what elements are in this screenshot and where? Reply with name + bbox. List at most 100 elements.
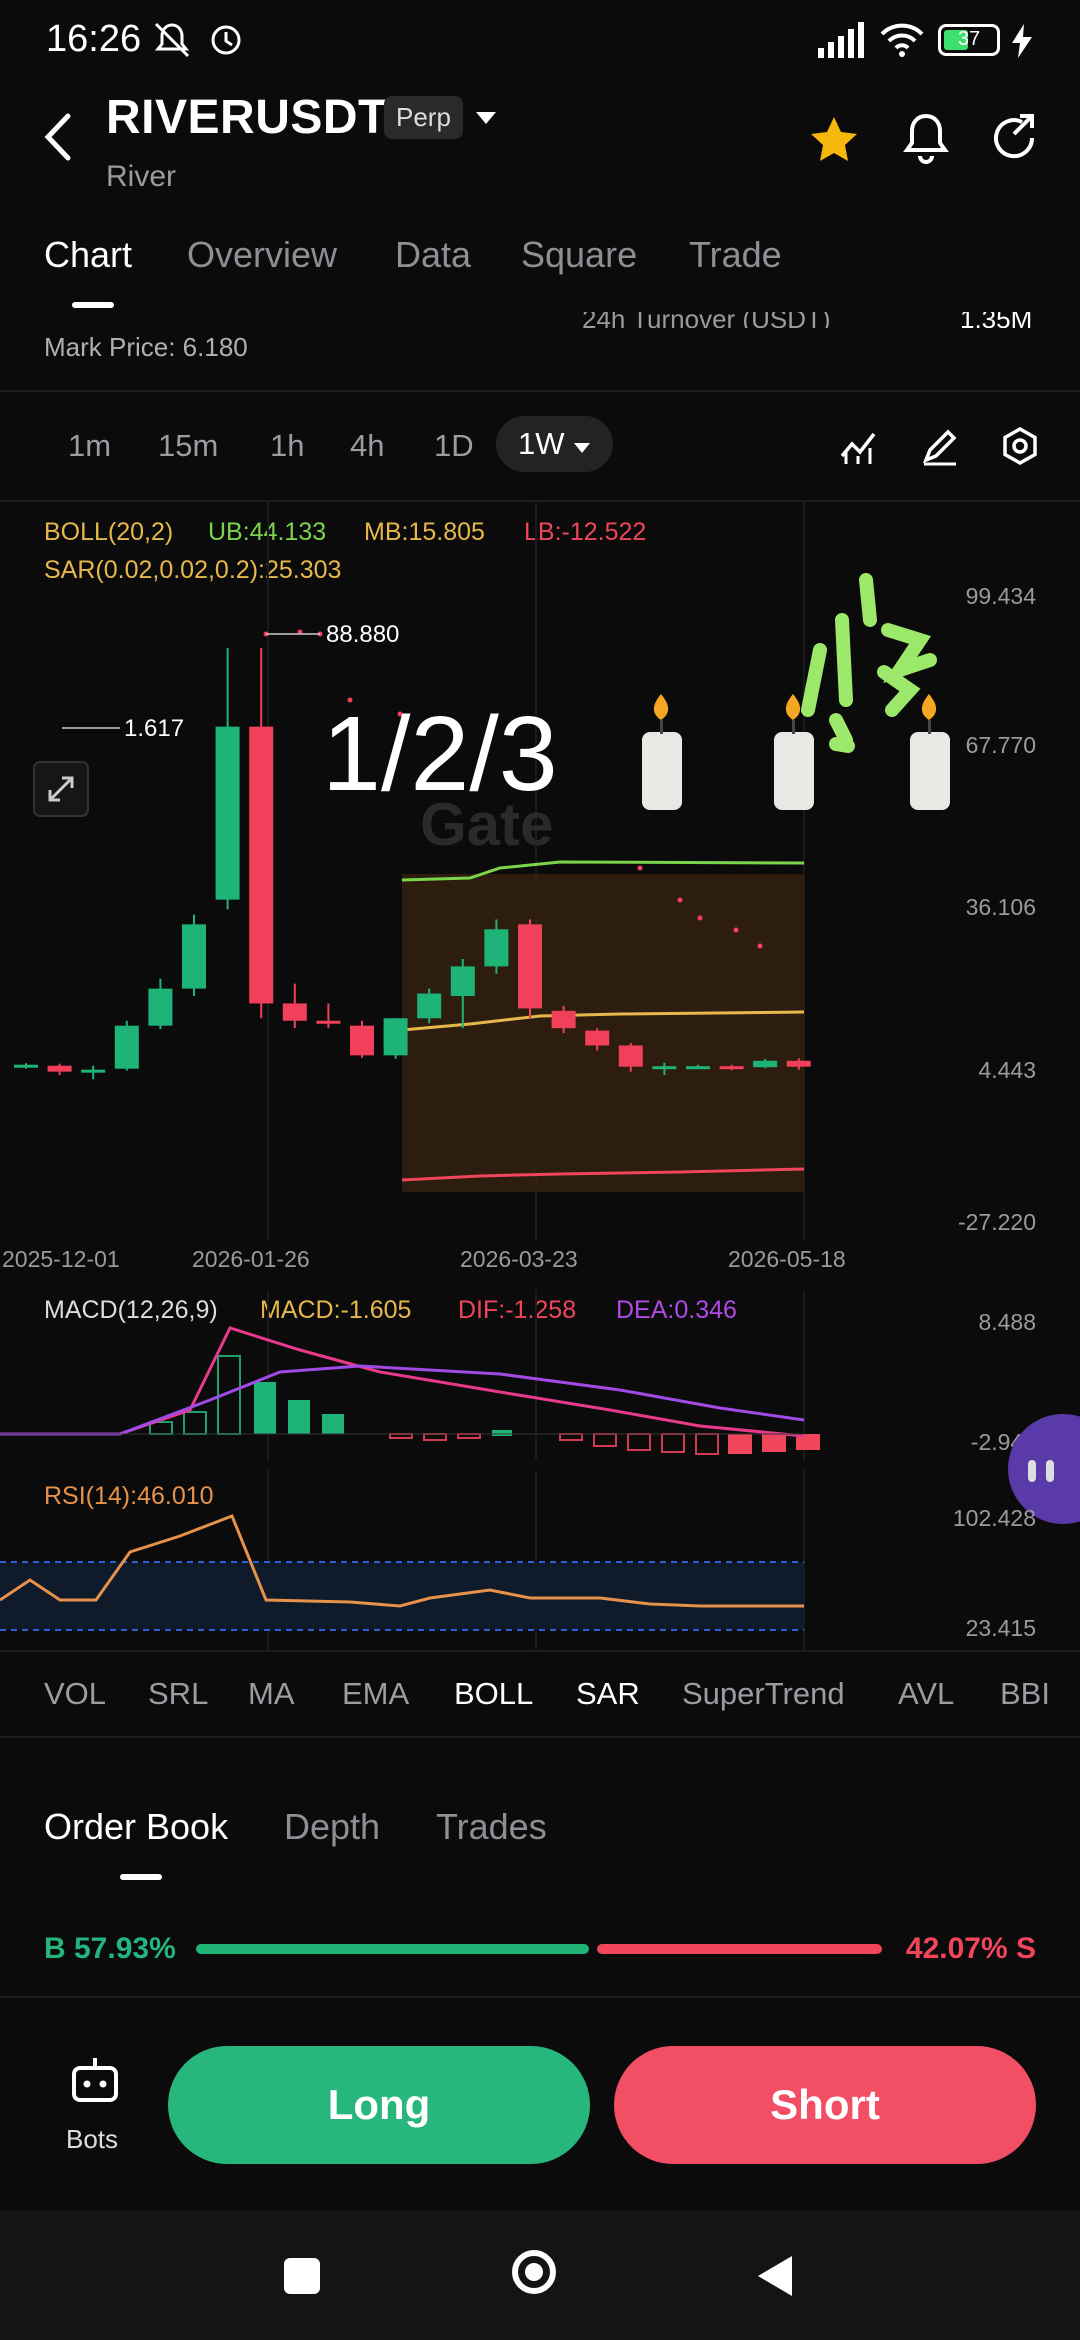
candle-body: [753, 1060, 778, 1068]
candle-body: [484, 929, 509, 967]
tab-data[interactable]: Data: [395, 234, 471, 276]
rsi-y-tick: 23.415: [966, 1615, 1036, 1641]
wifi-icon: [880, 23, 924, 57]
indicator-sar[interactable]: SAR: [576, 1676, 640, 1712]
interval-1m[interactable]: 1m: [68, 428, 111, 464]
recents-button[interactable]: [284, 2258, 320, 2294]
candle-body: [719, 1066, 744, 1070]
turnover-label: 24h Turnover (USDT): [582, 312, 831, 328]
candle-body: [182, 924, 206, 989]
y-tick: 4.443: [978, 1057, 1036, 1083]
indicator-boll[interactable]: BOLL: [454, 1676, 533, 1712]
caret-down-icon[interactable]: [474, 110, 498, 126]
divider: [0, 1650, 1080, 1652]
tab-trades[interactable]: Trades: [436, 1806, 547, 1848]
tab-overview[interactable]: Overview: [187, 234, 337, 276]
symbol-name: River: [106, 160, 177, 193]
mark-price: Mark Price: 6.180: [44, 332, 248, 362]
bots-icon[interactable]: [68, 2056, 122, 2106]
candle-body: [618, 1045, 643, 1067]
symbol-title[interactable]: RIVERUSDT: [106, 90, 388, 145]
indicator-icon[interactable]: [838, 426, 878, 466]
buy-ratio: B 57.93%: [44, 1932, 176, 1965]
interval-1d[interactable]: 1D: [434, 428, 474, 464]
divider: [0, 1996, 1080, 1998]
y-tick: -27.220: [958, 1209, 1036, 1235]
x-tick: 2026-01-26: [192, 1246, 310, 1272]
sar-dot: [733, 927, 739, 933]
status-bar: 16:26 37: [0, 0, 1080, 80]
candle-body: [686, 1066, 710, 1070]
candle-body: [249, 726, 274, 1004]
x-tick: 2026-05-18: [728, 1246, 846, 1272]
candle-body: [383, 1018, 408, 1056]
tab-trade[interactable]: Trade: [689, 234, 782, 276]
low-label: 1.617: [124, 715, 184, 742]
turnover-value: 1.35M: [960, 312, 1033, 328]
interval-1h[interactable]: 1h: [270, 428, 304, 464]
battery-icon: 37: [938, 24, 1000, 56]
macd-chart[interactable]: 8.488 -2.940: [0, 1290, 1080, 1460]
tab-order-book[interactable]: Order Book: [44, 1806, 228, 1848]
short-button[interactable]: Short: [614, 2046, 1036, 2164]
divider: [0, 390, 1080, 392]
macd-hist-negative-solid: [728, 1434, 820, 1454]
expand-button: [33, 761, 89, 817]
interval-1w[interactable]: 1W: [496, 416, 614, 472]
candle-body: [518, 924, 542, 1009]
indicator-vol[interactable]: VOL: [44, 1676, 106, 1712]
bell-icon[interactable]: [900, 110, 952, 166]
high-label: 88.880: [326, 621, 399, 648]
candle-body: [551, 1010, 576, 1029]
y-tick: 36.106: [966, 894, 1036, 920]
rsi-chart[interactable]: 102.428 23.415: [0, 1470, 1080, 1650]
candle-body: [350, 1025, 374, 1056]
candle-body: [14, 1064, 38, 1068]
tab-indicator: [72, 302, 114, 308]
interval-15m[interactable]: 15m: [158, 428, 218, 464]
indicator-supertrend[interactable]: SuperTrend: [682, 1676, 845, 1712]
indicator-ma[interactable]: MA: [248, 1676, 295, 1712]
x-tick: 2025-12-01: [2, 1246, 120, 1272]
signal-icon: [818, 22, 864, 58]
divider: [0, 1736, 1080, 1738]
green-scribble: [801, 573, 937, 753]
y-tick: 99.434: [966, 583, 1037, 609]
candle-emoji: [910, 694, 950, 810]
indicator-srl[interactable]: SRL: [148, 1676, 208, 1712]
macd-hist-solid: [254, 1382, 344, 1434]
candle-body: [148, 988, 173, 1026]
back-nav-button[interactable]: [756, 2254, 796, 2298]
long-button[interactable]: Long: [168, 2046, 590, 2164]
status-time: 16:26: [46, 18, 142, 60]
bots-label[interactable]: Bots: [66, 2124, 118, 2155]
overlay-text: 1/2/3: [322, 695, 558, 813]
sell-ratio: 42.07% S: [905, 1932, 1036, 1965]
alarm-icon: [211, 25, 241, 55]
home-button[interactable]: [512, 2250, 556, 2294]
indicator-bbi[interactable]: BBI: [1000, 1676, 1048, 1712]
draw-icon[interactable]: [920, 426, 960, 466]
candle-body: [47, 1065, 72, 1072]
caret-down-icon: [574, 443, 591, 453]
candle-body: [81, 1069, 106, 1073]
star-icon[interactable]: [808, 114, 860, 166]
indicator-avl[interactable]: AVL: [898, 1676, 954, 1712]
perp-badge[interactable]: Perp: [384, 96, 463, 139]
tab-square[interactable]: Square: [521, 234, 637, 276]
candle-body: [652, 1066, 677, 1070]
stats-row-clipped: 24h Turnover (USDT) 1.35M: [0, 312, 1080, 328]
interval-1w-label: 1W: [518, 426, 565, 461]
system-nav-bar: [0, 2210, 1080, 2340]
settings-icon[interactable]: [1000, 426, 1040, 466]
candle-body: [282, 1003, 307, 1021]
share-icon[interactable]: [988, 112, 1040, 164]
tab-chart[interactable]: Chart: [44, 234, 132, 276]
candle-body: [786, 1060, 811, 1067]
interval-4h[interactable]: 4h: [350, 428, 384, 464]
indicator-ema[interactable]: EMA: [342, 1676, 409, 1712]
candle-body: [450, 966, 475, 997]
back-button[interactable]: [40, 112, 76, 172]
main-chart[interactable]: Gate 88.880 1.617 99.434 67.770 36.106 4…: [0, 500, 1080, 1300]
tab-depth[interactable]: Depth: [284, 1806, 380, 1848]
